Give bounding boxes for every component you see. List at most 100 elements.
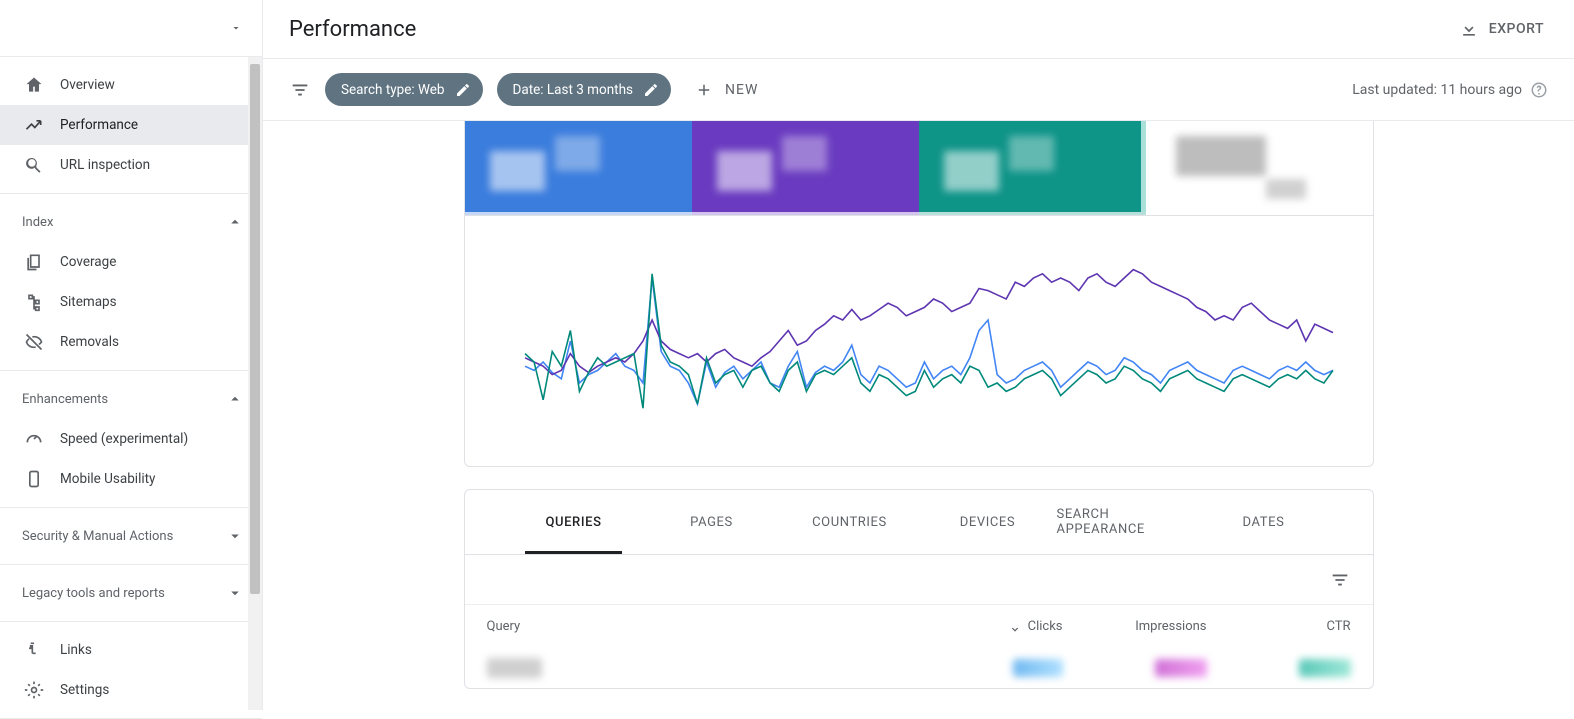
section-title: Index [22,215,53,230]
sidebar-item-label: Settings [60,682,109,698]
metric-tile-clicks[interactable] [465,121,692,215]
sidebar-item-label: Mobile Usability [60,471,155,487]
search-type-chip[interactable]: Search type: Web [325,73,483,106]
nav-group-top: Overview Performance URL inspection [0,57,262,194]
plus-icon [695,81,713,99]
sort-down-icon [1008,620,1022,634]
chevron-up-icon [226,390,244,408]
chevron-down-icon [226,527,244,545]
section-title: Enhancements [22,392,108,407]
sidebar-item-label: Overview [60,77,115,93]
chart-area [465,216,1373,466]
sidebar-item-label: Coverage [60,254,116,270]
metrics-row [465,121,1373,216]
tab-dates[interactable]: DATES [1195,490,1333,554]
sidebar-item-mobile-usability[interactable]: Mobile Usability [0,459,262,499]
chip-label: Search type: Web [341,82,445,98]
sidebar-item-url-inspection[interactable]: URL inspection [0,145,262,185]
eye-off-icon [22,332,46,352]
nav-group-bottom: Links Settings [0,622,262,719]
tab-pages[interactable]: PAGES [643,490,781,554]
sidebar-scrollbar[interactable] [248,57,262,710]
section-header-enhancements[interactable]: Enhancements [0,379,262,419]
pencil-icon [455,82,471,98]
line-chart [525,236,1333,446]
download-icon [1459,19,1479,39]
performance-table-card: QUERIES PAGES COUNTRIES DEVICES SEARCH A… [464,489,1374,689]
main: Performance EXPORT Search type: Web Date… [263,0,1574,710]
last-updated-text: Last updated: 11 hours ago [1352,82,1522,98]
table-row[interactable] [465,648,1373,688]
sidebar-item-sitemaps[interactable]: Sitemaps [0,282,262,322]
copy-icon [22,252,46,272]
chip-label: Date: Last 3 months [513,82,634,98]
section-header-legacy[interactable]: Legacy tools and reports [0,573,262,613]
col-ctr[interactable]: CTR [1207,619,1351,634]
sidebar-item-label: Performance [60,117,138,133]
scrollbar-thumb[interactable] [250,64,260,594]
filter-bar: Search type: Web Date: Last 3 months NEW… [263,59,1574,121]
nav-group-security: Security & Manual Actions [0,508,262,565]
tab-queries[interactable]: QUERIES [505,490,643,554]
last-updated: Last updated: 11 hours ago [1352,81,1548,99]
redacted-value [1013,659,1063,677]
col-clicks[interactable]: Clicks [919,619,1063,634]
chevron-down-icon [226,584,244,602]
content-area[interactable]: QUERIES PAGES COUNTRIES DEVICES SEARCH A… [263,121,1574,710]
redacted-query [487,658,542,678]
metric-tile-impressions[interactable] [692,121,919,215]
gear-icon [22,680,46,700]
section-title: Legacy tools and reports [22,586,165,601]
sidebar-item-speed[interactable]: Speed (experimental) [0,419,262,459]
redacted-value [1155,659,1207,677]
sidebar-item-label: URL inspection [60,157,150,173]
tab-countries[interactable]: COUNTRIES [781,490,919,554]
export-button[interactable]: EXPORT [1455,11,1548,47]
section-header-index[interactable]: Index [0,202,262,242]
export-label: EXPORT [1489,21,1544,37]
home-icon [22,75,46,95]
tab-devices[interactable]: DEVICES [919,490,1057,554]
sidebar-item-label: Sitemaps [60,294,117,310]
tab-search-appearance[interactable]: SEARCH APPEARANCE [1057,490,1195,554]
filter-icon[interactable] [289,79,311,101]
sidebar-item-removals[interactable]: Removals [0,322,262,362]
sidebar-item-label: Speed (experimental) [60,431,188,447]
performance-chart-card [464,121,1374,467]
add-filter-label: NEW [725,82,758,98]
add-filter-button[interactable]: NEW [695,81,758,99]
sidebar: Overview Performance URL inspection Inde… [0,0,263,710]
metric-tile-ctr[interactable] [919,121,1146,215]
sidebar-item-label: Removals [60,334,119,350]
section-header-security[interactable]: Security & Manual Actions [0,516,262,556]
main-header: Performance EXPORT [263,0,1574,59]
nav-group-legacy: Legacy tools and reports [0,565,262,622]
col-impressions[interactable]: Impressions [1063,619,1207,634]
gauge-icon [22,429,46,449]
phone-icon [22,469,46,489]
nav-group-index: Index Coverage Sitemaps Removals [0,194,262,371]
col-query[interactable]: Query [487,619,919,634]
metric-tile-position[interactable] [1146,121,1373,215]
help-icon[interactable] [1530,81,1548,99]
nav-group-enhancements: Enhancements Speed (experimental) Mobile… [0,371,262,508]
chevron-up-icon [226,213,244,231]
sidebar-item-links[interactable]: Links [0,630,262,670]
dimension-tabs: QUERIES PAGES COUNTRIES DEVICES SEARCH A… [465,490,1373,555]
date-chip[interactable]: Date: Last 3 months [497,73,672,106]
page-title: Performance [289,17,416,42]
table-filter-icon[interactable] [1329,569,1351,591]
table-header: Query Clicks Impressions CTR [465,605,1373,648]
property-selector[interactable] [0,0,262,57]
tree-icon [22,292,46,312]
links-icon [22,640,46,660]
sidebar-item-performance[interactable]: Performance [0,105,262,145]
section-title: Security & Manual Actions [22,529,173,544]
sidebar-item-label: Links [60,642,92,658]
search-icon [22,155,46,175]
redacted-value [1299,659,1351,677]
pencil-icon [643,82,659,98]
sidebar-item-overview[interactable]: Overview [0,65,262,105]
sidebar-item-coverage[interactable]: Coverage [0,242,262,282]
sidebar-item-settings[interactable]: Settings [0,670,262,710]
